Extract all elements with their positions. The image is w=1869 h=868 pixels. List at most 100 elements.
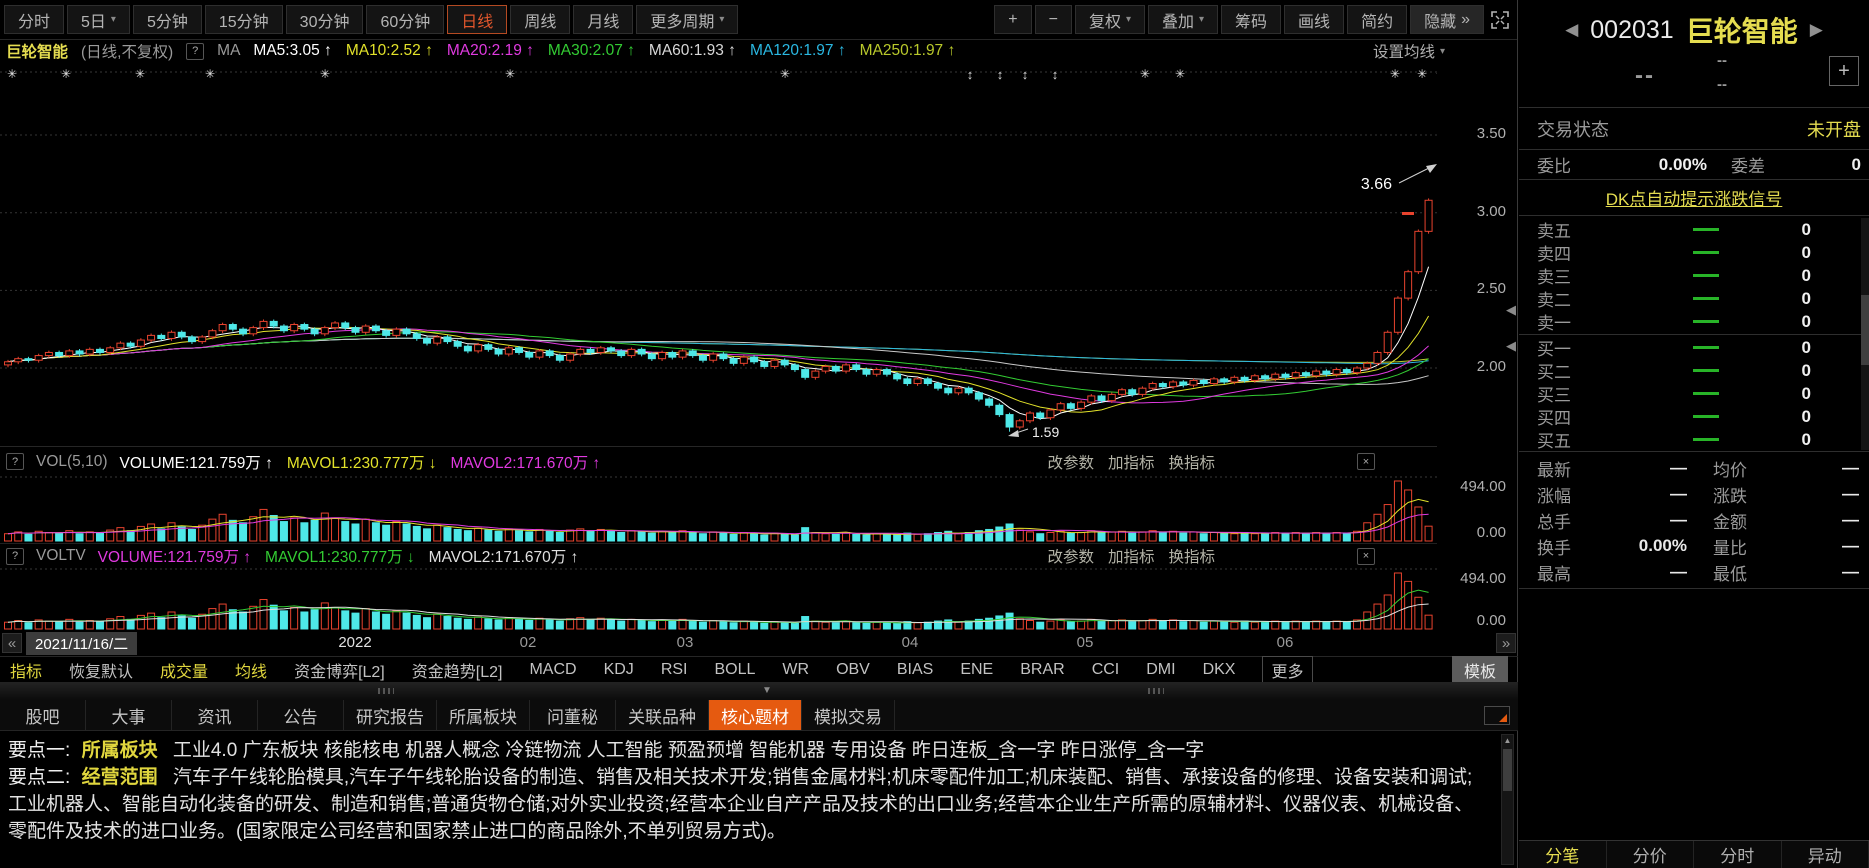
help-icon[interactable]: ? [6, 453, 24, 470]
period-button[interactable]: 分时 [4, 5, 64, 34]
period-button[interactable]: 日线 [447, 5, 507, 34]
indicator-item[interactable]: 恢复默认 [69, 658, 133, 682]
tab-大事[interactable]: 大事 [86, 700, 172, 730]
indicator-item[interactable]: 资金博弈[L2] [294, 658, 385, 682]
tool-button[interactable]: 隐藏» [1410, 5, 1484, 34]
tab-股吧[interactable]: 股吧 [0, 700, 86, 730]
close-icon[interactable]: × [1357, 548, 1375, 565]
content-scrollbar[interactable]: ▲ [1501, 734, 1514, 865]
indicator-item[interactable]: DMI [1146, 661, 1175, 679]
panel-control-改参数[interactable]: 改参数 [1047, 451, 1094, 473]
grip-icon [378, 688, 394, 694]
weibi-row: 委比 0.00% 委差 0 [1519, 150, 1869, 180]
order-level-label: 卖四 [1537, 240, 1597, 265]
tool-button[interactable]: − [1035, 5, 1072, 34]
indicator-item[interactable]: DKX [1203, 661, 1236, 679]
order-price-placeholder [1693, 346, 1719, 349]
tab-研究报告[interactable]: 研究报告 [344, 700, 437, 730]
voltv-controls: 改参数加指标换指标 [1047, 545, 1215, 567]
scroll-up-icon[interactable]: ▲ [1502, 736, 1513, 745]
vol-chart-svg[interactable] [0, 476, 1437, 543]
add-to-watchlist-button[interactable]: + [1829, 56, 1859, 86]
period-button[interactable]: 30分钟 [286, 5, 364, 34]
scrollbar-thumb[interactable] [1503, 749, 1512, 791]
close-icon[interactable]: × [1357, 453, 1375, 470]
collapse-panel-icon[interactable]: ◀ [1506, 338, 1516, 354]
indicator-item[interactable]: RSI [661, 661, 688, 679]
tab-资讯[interactable]: 资讯 [172, 700, 258, 730]
collapse-triangle-icon[interactable]: ▼ [762, 685, 772, 696]
indicator-item[interactable]: ENE [960, 661, 993, 679]
tool-button[interactable]: + [994, 5, 1031, 34]
tab-问董秘[interactable]: 问董秘 [530, 700, 616, 730]
indicator-item[interactable]: BRAR [1020, 661, 1064, 679]
indicator-item[interactable]: 更多 [1262, 656, 1312, 684]
panel-control-换指标[interactable]: 换指标 [1168, 451, 1215, 473]
indicator-item[interactable]: MACD [529, 661, 576, 679]
orderbook-scrollbar[interactable] [1861, 218, 1869, 450]
tab-所属板块[interactable]: 所属板块 [437, 700, 530, 730]
next-stock-icon[interactable]: ▶ [1810, 20, 1823, 40]
tab-公告[interactable]: 公告 [258, 700, 344, 730]
indicator-item[interactable]: BOLL [714, 661, 755, 679]
indicator-item[interactable]: WR [782, 661, 809, 679]
dk-signal-link[interactable]: DK点自动提示涨跌信号 [1606, 185, 1783, 210]
ma-settings-button[interactable]: 设置均线▾ [1373, 40, 1445, 62]
order-book-row: 卖五0 [1519, 218, 1869, 241]
help-icon[interactable]: ? [6, 548, 24, 565]
panel-control-换指标[interactable]: 换指标 [1168, 545, 1215, 567]
date-tick: 05 [1077, 634, 1094, 651]
period-button[interactable]: 更多周期▾ [636, 5, 738, 34]
main-chart-svg[interactable]: ✳✳✳✳✳✳✳✳✳✳✳✳↕↕↕↕3.661.59 [0, 62, 1437, 446]
svg-text:↕: ↕ [967, 67, 974, 82]
tab-关联品种[interactable]: 关联品种 [616, 700, 709, 730]
footer-tab-异动[interactable]: 异动 [1782, 841, 1869, 868]
indicator-item[interactable]: KDJ [604, 661, 634, 679]
tool-button[interactable]: 筹码 [1221, 5, 1281, 34]
prev-stock-icon[interactable]: ◀ [1565, 20, 1578, 40]
date-tick: 06 [1277, 634, 1294, 651]
scrollbar-thumb[interactable] [1861, 295, 1869, 365]
indicator-item[interactable]: CCI [1092, 661, 1120, 679]
panel-resize-handle[interactable]: ▼ [0, 682, 1518, 700]
voltv-axis: 494.00 0.00 [1437, 568, 1517, 631]
voltv-chart-svg[interactable] [0, 568, 1437, 631]
footer-tab-分价[interactable]: 分价 [1607, 841, 1695, 868]
date-axis: « 2021/11/16/二 20220203040506 » [0, 631, 1518, 656]
tool-button[interactable]: 简约 [1347, 5, 1407, 34]
footer-tab-分时[interactable]: 分时 [1694, 841, 1782, 868]
period-button[interactable]: 5分钟 [133, 5, 202, 34]
help-icon[interactable]: ? [186, 43, 204, 60]
template-button[interactable]: 模板 [1452, 656, 1508, 684]
period-button[interactable]: 5日▾ [67, 5, 130, 34]
panel-control-加指标[interactable]: 加指标 [1108, 451, 1155, 473]
scroll-right-button[interactable]: » [1496, 633, 1516, 653]
voltv-axis-min: 0.00 [1477, 612, 1506, 629]
tab-模拟交易[interactable]: 模拟交易 [802, 700, 895, 730]
start-date-label[interactable]: 2021/11/16/二 [26, 632, 137, 655]
collapse-panel-icon[interactable]: ◀ [1506, 302, 1516, 318]
footer-tab-分笔[interactable]: 分笔 [1519, 841, 1607, 868]
indicator-item[interactable]: 资金趋势[L2] [412, 658, 503, 682]
tool-button[interactable]: 画线 [1284, 5, 1344, 34]
period-button[interactable]: 60分钟 [366, 5, 444, 34]
voltv-axis-max: 494.00 [1460, 570, 1506, 587]
indicator-item[interactable]: OBV [836, 661, 870, 679]
scroll-left-button[interactable]: « [2, 633, 22, 653]
stat-value: — [1595, 484, 1687, 504]
tool-button[interactable]: 叠加▾ [1148, 5, 1218, 34]
indicator-item[interactable]: 指标 [10, 658, 42, 682]
period-button[interactable]: 月线 [573, 5, 633, 34]
panel-control-改参数[interactable]: 改参数 [1047, 545, 1094, 567]
indicator-item[interactable]: 均线 [235, 658, 267, 682]
tab-核心题材[interactable]: 核心题材 [709, 700, 802, 730]
indicator-item[interactable]: 成交量 [160, 658, 208, 682]
tool-button[interactable]: 复权▾ [1075, 5, 1145, 34]
period-button[interactable]: 周线 [510, 5, 570, 34]
indicator-item[interactable]: BIAS [897, 661, 933, 679]
panel-control-加指标[interactable]: 加指标 [1108, 545, 1155, 567]
period-button[interactable]: 15分钟 [205, 5, 283, 34]
open-in-panel-icon[interactable] [1484, 706, 1510, 725]
fullscreen-icon[interactable] [1487, 7, 1513, 33]
order-book-row: 买一0 [1519, 336, 1869, 359]
